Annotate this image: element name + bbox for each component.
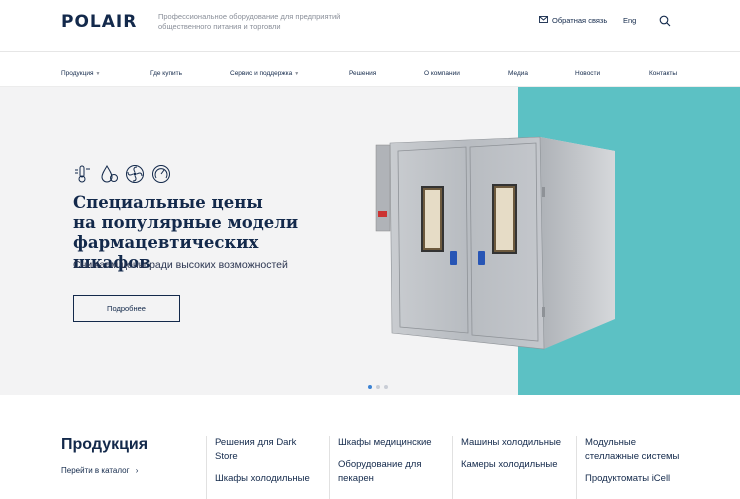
catalog-link[interactable]: Перейти в каталог › [61,466,138,475]
main-nav: Продукция ▼ Где купить Сервис и поддержка… [0,53,740,87]
product-column: Модульные стеллажные системы Продуктомат… [576,436,691,499]
logo[interactable]: POLAIR [61,12,137,32]
nav-item-service[interactable]: Сервис и поддержка ▼ [230,70,299,77]
mail-icon [539,16,548,25]
product-link[interactable]: Оборудование для пекарен [338,458,444,486]
nav-item-news[interactable]: Новости [575,70,600,77]
chevron-down-icon: ▼ [294,70,300,77]
nav-label: Новости [575,70,601,77]
product-link[interactable]: Шкафы медицинские [338,436,444,450]
feature-icons [73,164,171,184]
nav-label: Медиа [508,70,528,77]
hero-title-line: Специальные цены [73,193,263,212]
products-title: Продукция [61,436,149,453]
nav-label: Продукция [61,70,94,77]
slider-dot[interactable] [376,385,380,389]
language-switch[interactable]: Eng [623,16,636,25]
hero-banner: Специальные цены на популярные модели фа… [0,87,740,395]
feedback-link[interactable]: Обратная связь [539,16,607,25]
nav-label: Сервис и поддержка [230,70,293,77]
product-column: Решения для Dark Store Шкафы холодильные [206,436,316,499]
nav-item-media[interactable]: Медиа [508,70,528,77]
tagline: Профессиональное оборудование для предпр… [158,12,341,31]
search-icon [659,14,671,31]
product-link[interactable]: Модульные стеллажные системы [585,436,691,464]
cabinet-image [372,127,622,362]
nav-label: Контакты [649,70,678,77]
thermometer-icon [73,164,93,184]
hero-title-line: на популярные модели [73,213,299,232]
site-header: POLAIR Профессиональное оборудование для… [0,0,740,52]
nav-item-contacts[interactable]: Контакты [649,70,677,77]
product-link[interactable]: Шкафы холодильные [215,472,316,486]
gauge-icon [151,164,171,184]
slider-dots [368,385,388,389]
product-column: Шкафы медицинские Оборудование для пекар… [329,436,444,499]
search-button[interactable] [659,14,671,32]
slider-dot[interactable] [368,385,372,389]
chevron-right-icon: › [135,466,139,475]
catalog-link-label: Перейти в каталог [61,466,130,475]
nav-label: Где купить [150,70,182,77]
nav-item-where-to-buy[interactable]: Где купить [150,70,182,77]
nav-label: О компании [424,70,460,77]
humidity-icon [99,164,119,184]
nav-item-solutions[interactable]: Решения [349,70,376,77]
nav-item-products[interactable]: Продукция ▼ [61,70,100,77]
feedback-label: Обратная связь [552,16,608,25]
hero-subtitle: Снижаем цены ради высоких возможностей [73,259,288,271]
fan-icon [125,164,145,184]
product-link[interactable]: Камеры холодильные [461,458,562,472]
nav-item-about[interactable]: О компании [424,70,460,77]
chevron-down-icon: ▼ [95,70,101,77]
nav-label: Решения [349,70,377,77]
product-column: Машины холодильные Камеры холодильные [452,436,562,499]
product-link[interactable]: Решения для Dark Store [215,436,316,464]
product-link[interactable]: Продуктоматы iCell [585,472,691,486]
slider-dot[interactable] [384,385,388,389]
more-button[interactable]: Подробнее [73,295,180,322]
product-link[interactable]: Машины холодильные [461,436,562,450]
